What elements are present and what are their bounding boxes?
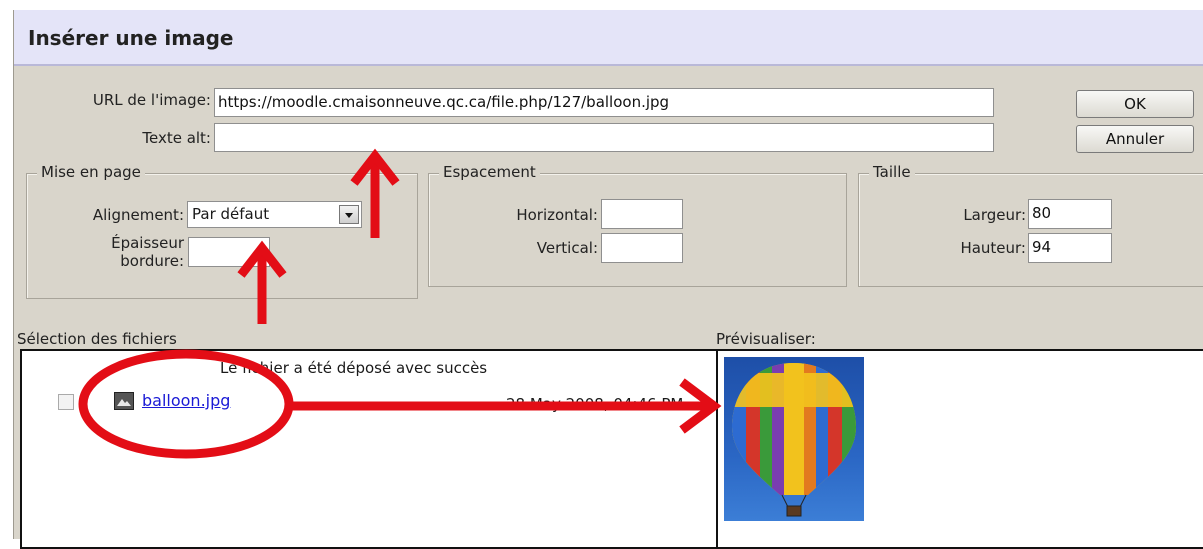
horizontal-spacing-input[interactable] (601, 199, 683, 229)
alt-text-label: Texte alt: (142, 129, 211, 147)
url-input[interactable]: https://moodle.cmaisonneuve.qc.ca/file.p… (214, 88, 994, 117)
preview-panel (716, 349, 1203, 549)
file-link-balloon[interactable]: balloon.jpg (142, 391, 230, 410)
hot-air-balloon-image (724, 357, 864, 521)
file-date: 28 May 2008, 04:46 PM (506, 395, 684, 413)
vertical-spacing-label: Vertical: (536, 239, 598, 257)
border-thickness-input[interactable] (188, 237, 270, 267)
image-file-icon (114, 392, 134, 410)
border-thickness-label-line2: bordure: (120, 252, 184, 270)
layout-group-legend: Mise en page (37, 163, 145, 181)
cancel-button[interactable]: Annuler (1076, 125, 1194, 153)
preview-header: Prévisualiser: (716, 330, 816, 348)
file-checkbox[interactable] (58, 394, 74, 410)
border-thickness-label: Épaisseur bordure: (74, 234, 184, 270)
size-group-legend: Taille (869, 163, 915, 181)
height-label: Hauteur: (960, 239, 1026, 257)
spacing-group-legend: Espacement (439, 163, 540, 181)
upload-status-text: Le fichier a été déposé avec succès (220, 359, 488, 377)
alignment-label: Alignement: (92, 206, 184, 224)
border-thickness-label-line1: Épaisseur (111, 234, 184, 252)
file-selection-header: Sélection des fichiers (17, 330, 177, 348)
dialog-title: Insérer une image (28, 26, 234, 50)
height-input[interactable]: 94 (1028, 233, 1112, 263)
alignment-select-value: Par défaut (192, 205, 270, 223)
insert-image-dialog: Insérer une image URL de l'image: https:… (13, 10, 1203, 549)
file-list-panel: Le fichier a été déposé avec succès ball… (20, 349, 720, 549)
size-group: Taille (858, 163, 1203, 287)
vertical-spacing-input[interactable] (601, 233, 683, 263)
spacing-group: Espacement (428, 163, 847, 287)
ok-button[interactable]: OK (1076, 90, 1194, 118)
horizontal-spacing-label: Horizontal: (516, 206, 598, 224)
alignment-select[interactable]: Par défaut (187, 201, 362, 228)
alt-text-input[interactable] (214, 123, 994, 152)
chevron-down-icon[interactable] (339, 205, 359, 224)
width-input[interactable]: 80 (1028, 199, 1112, 229)
width-label: Largeur: (963, 206, 1026, 224)
url-label: URL de l'image: (92, 91, 211, 109)
dialog-titlebar: Insérer une image (14, 10, 1203, 66)
list-item[interactable]: balloon.jpg 28 May 2008, 04:46 PM (22, 387, 718, 415)
